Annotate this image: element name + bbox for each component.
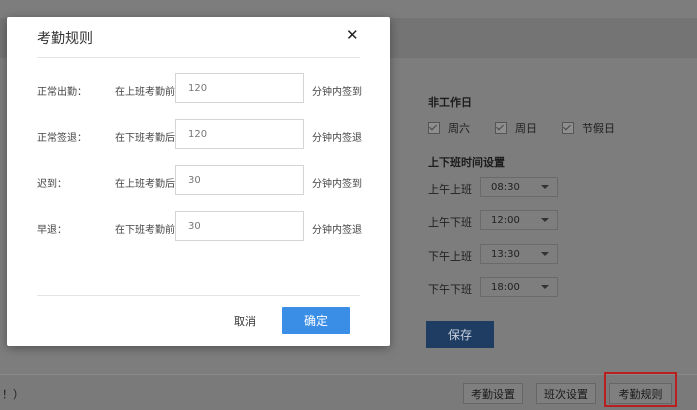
- hint-normal-checkout: 在下班考勤后: [115, 133, 175, 144]
- label-late: 迟到：: [37, 179, 67, 190]
- caret-down-icon: [541, 218, 549, 222]
- checkbox-sunday[interactable]: 周日: [495, 120, 537, 136]
- suffix-late: 分钟内签到: [312, 179, 362, 190]
- divider: [37, 295, 360, 296]
- label-normal-checkin: 正常出勤：: [37, 87, 87, 98]
- time-label-afternoon-end: 下午下班: [428, 283, 472, 296]
- early-leave-minutes-input[interactable]: [175, 211, 304, 241]
- time-select-afternoon-start[interactable]: 13:30: [480, 244, 558, 264]
- time-select-value: 08:30: [491, 181, 520, 193]
- divider: [37, 57, 360, 58]
- normal-checkin-minutes-input[interactable]: [175, 73, 304, 103]
- time-label-afternoon-start: 下午上班: [428, 250, 472, 263]
- time-select-morning-start[interactable]: 08:30: [480, 177, 558, 197]
- time-select-value: 18:00: [491, 281, 520, 293]
- work-time-title: 上下班时间设置: [428, 156, 505, 169]
- suffix-normal-checkin: 分钟内签到: [312, 87, 362, 98]
- caret-down-icon: [541, 285, 549, 289]
- shift-settings-button[interactable]: 班次设置: [536, 383, 596, 404]
- close-icon[interactable]: ✕: [346, 26, 359, 44]
- time-select-value: 13:30: [491, 248, 520, 260]
- save-button[interactable]: 保存: [426, 321, 494, 348]
- checkbox-holiday[interactable]: 节假日: [562, 120, 615, 136]
- checkbox-icon: [495, 122, 507, 134]
- hint-late: 在上班考勤后: [115, 179, 175, 190]
- late-minutes-input[interactable]: [175, 165, 304, 195]
- suffix-early-leave: 分钟内签退: [312, 225, 362, 236]
- checkbox-label: 周六: [448, 122, 470, 135]
- non-work-days-title: 非工作日: [428, 96, 472, 109]
- checkbox-icon: [428, 122, 440, 134]
- caret-down-icon: [541, 252, 549, 256]
- footer-left-text: ！）: [2, 388, 24, 401]
- time-select-afternoon-end[interactable]: 18:00: [480, 277, 558, 297]
- dialog-title: 考勤规则: [37, 31, 93, 47]
- time-select-morning-end[interactable]: 12:00: [480, 210, 558, 230]
- time-select-value: 12:00: [491, 214, 520, 226]
- highlight-box: [604, 372, 677, 407]
- hint-early-leave: 在下班考勤前: [115, 225, 175, 236]
- caret-down-icon: [541, 185, 549, 189]
- checkbox-icon: [562, 122, 574, 134]
- checkbox-label: 节假日: [582, 122, 615, 135]
- checkbox-saturday[interactable]: 周六: [428, 120, 470, 136]
- checkbox-label: 周日: [515, 122, 537, 135]
- attendance-rules-dialog: 考勤规则 ✕ 正常出勤： 在上班考勤前 分钟内签到 正常签退： 在下班考勤后 分…: [7, 17, 390, 346]
- label-normal-checkout: 正常签退：: [37, 133, 87, 144]
- label-early-leave: 早退：: [37, 225, 67, 236]
- confirm-button[interactable]: 确定: [282, 307, 350, 334]
- hint-normal-checkin: 在上班考勤前: [115, 87, 175, 98]
- time-label-morning-end: 上午下班: [428, 216, 472, 229]
- suffix-normal-checkout: 分钟内签退: [312, 133, 362, 144]
- attendance-settings-button[interactable]: 考勤设置: [463, 383, 523, 404]
- normal-checkout-minutes-input[interactable]: [175, 119, 304, 149]
- time-label-morning-start: 上午上班: [428, 183, 472, 196]
- cancel-button[interactable]: 取消: [225, 310, 265, 332]
